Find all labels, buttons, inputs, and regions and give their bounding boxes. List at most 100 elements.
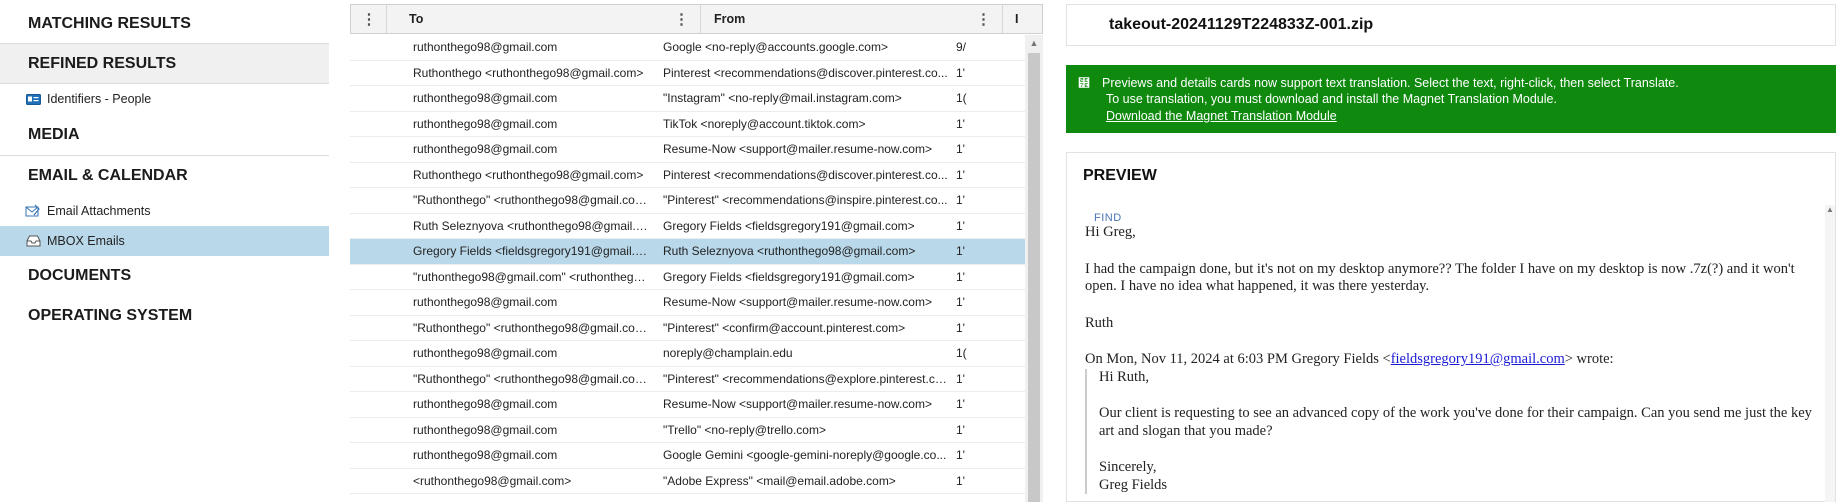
cell-date: 1' bbox=[956, 142, 965, 157]
details-panel: takeout-20241129T224833Z-001.zip ⹾ Previ… bbox=[1066, 0, 1836, 502]
table-row[interactable]: ruthonthego98@gmail.com Resume-Now <suppo… bbox=[350, 392, 1025, 418]
table-row[interactable]: ruthonthego98@gmail.com Resume-Now <suppo… bbox=[350, 137, 1025, 163]
preview-scrollbar[interactable]: ▲ bbox=[1825, 205, 1835, 502]
cell-date: 1' bbox=[956, 448, 965, 463]
banner-line-1: ⹾ Previews and details cards now support… bbox=[1078, 75, 1836, 91]
cell-from: "Pinterest" <confirm@account.pinterest.c… bbox=[663, 320, 906, 335]
header-spacer bbox=[387, 5, 401, 33]
mail-body: I had the campaign done, but it's not on… bbox=[1085, 260, 1795, 295]
table-row[interactable]: "Ruthonthego" <ruthonthego98@gmail.com> "… bbox=[350, 188, 1025, 214]
cell-from: "Adobe Express" <mail@email.adobe.com> bbox=[663, 473, 896, 488]
id-card-icon bbox=[25, 92, 41, 106]
column-menu-icon[interactable]: ⋮ bbox=[674, 10, 689, 28]
banner-text-1: Previews and details cards now support t… bbox=[1102, 76, 1679, 90]
cell-from: Google <no-reply@accounts.google.com> bbox=[663, 40, 888, 55]
cell-date: 1' bbox=[956, 116, 965, 131]
column-menu-icon[interactable]: ⋮ bbox=[362, 10, 377, 28]
mail-signoff: Ruth bbox=[1085, 314, 1114, 331]
table-row[interactable]: ruthonthego98@gmail.com Resume-Now <suppo… bbox=[350, 290, 1025, 316]
cell-to: ruthonthego98@gmail.com bbox=[413, 91, 558, 106]
category-sidebar: MATCHING RESULTS REFINED RESULTS Identif… bbox=[0, 0, 329, 502]
cell-from: Resume-Now <support@mailer.resume-now.co… bbox=[663, 397, 932, 412]
cell-from: Google Gemini <google-gemini-noreply@goo… bbox=[663, 448, 947, 463]
quote-header: On Mon, Nov 11, 2024 at 6:03 PM Gregory … bbox=[1085, 351, 1825, 369]
quoted-message: Hi Ruth, Our client is requesting to see… bbox=[1085, 368, 1825, 494]
table-row[interactable]: ruthonthego98@gmail.com noreply@champlain… bbox=[350, 341, 1025, 367]
sidebar-item-email-attachments[interactable]: Email Attachments bbox=[0, 196, 329, 226]
sidebar-operating-system[interactable]: OPERATING SYSTEM bbox=[0, 296, 329, 336]
table-row[interactable]: Ruthonthego <ruthonthego98@gmail.com> Pin… bbox=[350, 61, 1025, 86]
table-row[interactable]: "Ruthonthego" <ruthonthego98@gmail.com> "… bbox=[350, 367, 1025, 392]
table-row[interactable]: Ruth Seleznyova <ruthonthego98@gmail.com… bbox=[350, 214, 1025, 239]
quote-sincerely: Sincerely, bbox=[1099, 459, 1157, 475]
sidebar-refined-results[interactable]: REFINED RESULTS bbox=[0, 44, 329, 84]
quote-body: Our client is requesting to see an advan… bbox=[1099, 405, 1812, 439]
column-header-from-label: From bbox=[714, 12, 746, 26]
download-translation-module-link[interactable]: Download the Magnet Translation Module bbox=[1078, 107, 1836, 125]
select-column-header[interactable]: ⋮ bbox=[351, 5, 387, 33]
column-menu-icon[interactable]: ⋮ bbox=[976, 10, 991, 28]
cell-date: 1' bbox=[956, 269, 965, 284]
banner-text-2: To use translation, you must download an… bbox=[1106, 92, 1557, 106]
sidebar-documents[interactable]: DOCUMENTS bbox=[0, 256, 329, 296]
table-row[interactable]: Gregory Fields <fieldsgregory191@gmail.c… bbox=[350, 239, 1025, 265]
table-row[interactable]: "Ruthonthego" <ruthonthego98@gmail.com> "… bbox=[350, 316, 1025, 341]
scroll-up-icon[interactable]: ▲ bbox=[1028, 37, 1040, 49]
table-row[interactable]: ruthonthego98@gmail.com Google Gemini <go… bbox=[350, 443, 1025, 469]
sidebar-item-mbox-emails[interactable]: MBOX Emails bbox=[0, 226, 329, 256]
sidebar-email-calendar[interactable]: EMAIL & CALENDAR bbox=[0, 156, 329, 196]
table-row[interactable]: ruthonthego98@gmail.com "Trello" <no-repl… bbox=[350, 418, 1025, 443]
column-header-date[interactable]: I bbox=[1003, 5, 1033, 33]
table-row[interactable]: "ruthonthego98@gmail.com" <ruthonthego98… bbox=[350, 265, 1025, 290]
table-row[interactable]: <ruthonthego98@gmail.com> "Adobe Express"… bbox=[350, 469, 1025, 494]
cell-to: "Ruthonthego" <ruthonthego98@gmail.com> bbox=[413, 371, 649, 386]
table-scrollbar[interactable]: ▲ bbox=[1025, 35, 1043, 502]
cell-date: 1' bbox=[956, 371, 965, 386]
column-header-to[interactable]: To ⋮ bbox=[401, 5, 701, 33]
cell-to: ruthonthego98@gmail.com bbox=[413, 295, 558, 310]
cell-date: 1' bbox=[956, 167, 965, 182]
table-header: ⋮ To ⋮ From ⋮ I bbox=[350, 4, 1043, 34]
column-header-from[interactable]: From ⋮ bbox=[701, 5, 1003, 33]
cell-to: ruthonthego98@gmail.com bbox=[413, 40, 558, 55]
scrollbar-thumb[interactable] bbox=[1028, 53, 1040, 502]
preview-title: PREVIEW bbox=[1083, 167, 1157, 184]
cell-date: 1' bbox=[956, 218, 965, 233]
cell-to: ruthonthego98@gmail.com bbox=[413, 346, 558, 361]
cell-date: 1' bbox=[956, 65, 965, 80]
table-row[interactable]: ruthonthego98@gmail.com "Instagram" <no-r… bbox=[350, 86, 1025, 112]
cell-from: "Pinterest" <recommendations@inspire.pin… bbox=[663, 193, 948, 208]
cell-from: Ruth Seleznyova <ruthonthego98@gmail.com… bbox=[663, 244, 916, 259]
quote-name: Greg Fields bbox=[1099, 476, 1168, 493]
cell-to: Gregory Fields <fieldsgregory191@gmail.c… bbox=[413, 244, 649, 259]
cell-from: "Pinterest" <recommendations@explore.pin… bbox=[663, 371, 951, 386]
cell-to: ruthonthego98@gmail.com bbox=[413, 116, 558, 131]
quote-header-post: > wrote: bbox=[1564, 351, 1614, 367]
sidebar-item-label: Email Attachments bbox=[47, 204, 151, 218]
cell-from: "Trello" <no-reply@trello.com> bbox=[663, 422, 826, 437]
cell-to: ruthonthego98@gmail.com bbox=[413, 448, 558, 463]
cell-to: ruthonthego98@gmail.com bbox=[413, 422, 558, 437]
sidebar-media[interactable]: MEDIA bbox=[0, 114, 329, 156]
cell-date: 1' bbox=[956, 295, 965, 310]
sidebar-item-identifiers-people[interactable]: Identifiers - People bbox=[0, 84, 329, 114]
table-row[interactable]: ruthonthego98@gmail.com Google <no-reply@… bbox=[350, 35, 1025, 61]
cell-date: 1' bbox=[956, 397, 965, 412]
sender-email-link[interactable]: fieldsgregory191@gmail.com bbox=[1391, 351, 1565, 367]
cell-to: <ruthonthego98@gmail.com> bbox=[413, 473, 572, 488]
cell-from: Resume-Now <support@mailer.resume-now.co… bbox=[663, 295, 932, 310]
email-attachment-icon bbox=[25, 204, 41, 218]
cell-date: 1( bbox=[956, 91, 967, 106]
cell-date: 9/ bbox=[956, 40, 967, 55]
quote-greeting: Hi Ruth, bbox=[1099, 368, 1149, 385]
preview-card: PREVIEW FIND Hi Greg, I had the campaign… bbox=[1066, 152, 1836, 502]
mail-greeting: Hi Greg, bbox=[1085, 224, 1136, 240]
scroll-up-icon[interactable]: ▲ bbox=[1825, 205, 1835, 214]
cell-date: 1' bbox=[956, 320, 965, 335]
cell-from: Pinterest <recommendations@discover.pint… bbox=[663, 65, 948, 80]
table-row[interactable]: Ruthonthego <ruthonthego98@gmail.com> Pin… bbox=[350, 163, 1025, 188]
find-button[interactable]: FIND bbox=[1094, 212, 1122, 224]
table-row[interactable]: ruthonthego98@gmail.com TikTok <noreply@a… bbox=[350, 112, 1025, 137]
file-name: takeout-20241129T224833Z-001.zip bbox=[1109, 16, 1374, 33]
sidebar-matching-results[interactable]: MATCHING RESULTS bbox=[0, 0, 329, 44]
